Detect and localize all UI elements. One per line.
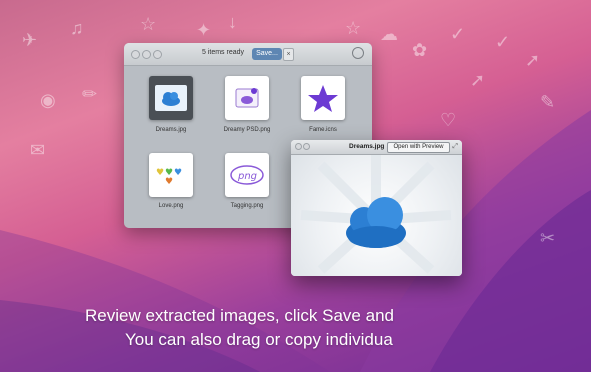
item-caption: Fame.icns — [309, 127, 337, 133]
svg-text:♥: ♥ — [174, 168, 182, 178]
paper-plane-icon: ✈ — [22, 30, 38, 50]
arrow-down-icon: ↓ — [228, 12, 237, 32]
star-doodle-icon: ☆ — [140, 14, 157, 34]
scissors-icon: ✂ — [540, 228, 556, 248]
cloud-icon — [155, 85, 187, 111]
item-caption: Tagging.png — [230, 203, 264, 209]
caption-line-1: Review extracted images, click Save and — [85, 306, 394, 325]
item-thumbnail[interactable] — [149, 76, 193, 120]
preview-title: Dreams.jpg — [349, 143, 385, 150]
item-thumbnail[interactable] — [301, 76, 345, 120]
zoom-window-button[interactable] — [153, 50, 162, 59]
minimize-window-button[interactable] — [142, 50, 151, 59]
item-thumbnail[interactable]: png — [225, 153, 269, 197]
music-note-icon: ♫ — [70, 18, 84, 38]
item-thumbnail[interactable]: ♥ ♥ ♥ ♥ — [149, 153, 193, 197]
svg-text:♥: ♥ — [165, 177, 173, 187]
open-with-preview-button[interactable]: Open with Preview — [387, 142, 450, 153]
hearts-icon: ♥ ♥ ♥ ♥ — [156, 168, 182, 187]
preview-titlebar: Dreams.jpg Open with Preview ⤢ — [291, 140, 462, 155]
preview-close-button[interactable] — [295, 143, 302, 150]
star-icon — [308, 85, 338, 112]
item-caption: Dreams.jpg — [155, 127, 187, 133]
cursor-icon: ➚ — [470, 70, 486, 90]
svg-text:♥: ♥ — [156, 168, 164, 178]
item-caption: Dreamy PSD.png — [223, 127, 271, 133]
status-text: 5 items ready — [202, 49, 245, 56]
star-doodle-icon: ☆ — [345, 18, 362, 38]
chat-bubble-icon: ☁ — [380, 24, 398, 44]
quicklook-preview-window: Dreams.jpg Open with Preview ⤢ — [291, 140, 462, 276]
main-titlebar: 5 items ready Save... × — [124, 43, 372, 66]
heart-icon: ♡ — [440, 110, 457, 130]
flower-icon: ✿ — [412, 40, 428, 60]
envelope-icon: ✉ — [30, 140, 46, 160]
pen-icon: ✎ — [540, 92, 556, 112]
refresh-icon[interactable] — [352, 47, 364, 59]
camera-icon: ◉ — [40, 90, 56, 110]
cloud-icon — [300, 155, 452, 274]
pencil-icon: ✏ — [82, 84, 98, 104]
cursor-icon: ➚ — [525, 50, 541, 70]
item-thumbnail[interactable] — [225, 76, 269, 120]
item-caption: Love.png — [158, 203, 184, 209]
preview-minimize-button[interactable] — [303, 143, 310, 150]
svg-text:png: png — [237, 171, 257, 182]
caption-line-2: You can also drag or copy individua — [125, 330, 393, 349]
fullscreen-icon[interactable]: ⤢ — [452, 143, 458, 151]
checkmark-icon: ✓ — [495, 32, 511, 52]
checkmark-icon: ✓ — [450, 24, 466, 44]
preview-image — [291, 155, 462, 276]
star-doodle-icon: ✦ — [196, 20, 212, 40]
psd-image-icon — [235, 88, 259, 108]
close-window-button[interactable] — [131, 50, 140, 59]
save-button[interactable]: Save... — [252, 48, 282, 60]
png-tag-icon: png — [230, 165, 264, 185]
cancel-button[interactable]: × — [283, 48, 294, 61]
